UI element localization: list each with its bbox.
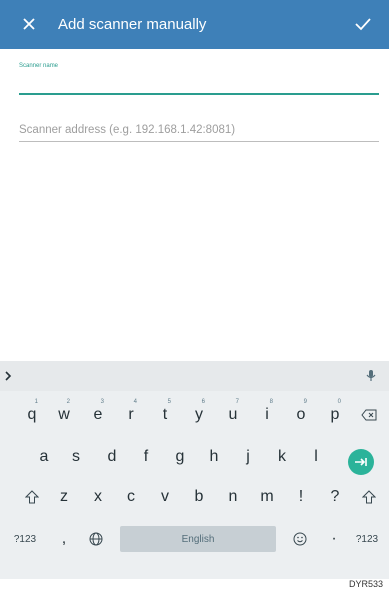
key-i[interactable]: i8 (255, 397, 279, 433)
key-symbols[interactable]: ?123 (10, 521, 40, 557)
key-b[interactable]: b (187, 479, 211, 515)
keyboard-row-3: z x c v b n m ! ? (0, 479, 389, 515)
suggestion-strip (0, 361, 389, 391)
emoji-icon[interactable] (288, 521, 312, 557)
keyboard-row-4: ?123 , English · ?123 (0, 521, 389, 557)
key-k[interactable]: k (270, 439, 294, 475)
key-j[interactable]: j (236, 439, 260, 475)
app-bar: Add scanner manually (0, 0, 389, 49)
key-comma[interactable]: , (52, 521, 76, 557)
keyboard-row-1: q1 w2 e3 r4 t5 y6 u7 i8 o9 p0 (0, 397, 389, 433)
keyboard-row-2: a s d f g h j k l (0, 439, 389, 475)
key-e[interactable]: e3 (86, 397, 110, 433)
chevron-right-icon[interactable] (4, 369, 16, 383)
key-symbols-right[interactable]: ?123 (352, 521, 382, 557)
key-p[interactable]: p0 (323, 397, 347, 433)
space-bar[interactable]: English (120, 526, 276, 552)
key-period[interactable]: · (322, 521, 346, 557)
key-z[interactable]: z (52, 479, 76, 515)
key-g[interactable]: g (168, 439, 192, 475)
key-y[interactable]: y6 (187, 397, 211, 433)
key-v[interactable]: v (153, 479, 177, 515)
key-exclamation[interactable]: ! (289, 479, 313, 515)
key-q[interactable]: q1 (20, 397, 44, 433)
key-w[interactable]: w2 (52, 397, 76, 433)
shift-icon-right[interactable] (357, 479, 381, 515)
page-title: Add scanner manually (58, 16, 207, 33)
key-s[interactable]: s (64, 439, 88, 475)
key-u[interactable]: u7 (221, 397, 245, 433)
key-d[interactable]: d (100, 439, 124, 475)
backspace-icon[interactable] (357, 397, 381, 433)
key-h[interactable]: h (202, 439, 226, 475)
scanner-name-input[interactable] (19, 93, 379, 95)
key-x[interactable]: x (86, 479, 110, 515)
figure-code: DYR533 (348, 579, 383, 589)
key-n[interactable]: n (221, 479, 245, 515)
scanner-address-underline (19, 141, 379, 142)
scanner-name-label: Scanner name (19, 63, 59, 69)
globe-icon[interactable] (84, 521, 108, 557)
key-r[interactable]: r4 (119, 397, 143, 433)
check-icon[interactable] (351, 12, 375, 36)
form: Scanner name Scanner address (e.g. 192.1… (0, 49, 389, 361)
key-t[interactable]: t5 (153, 397, 177, 433)
scanner-address-input[interactable]: Scanner address (e.g. 192.168.1.42:8081) (19, 124, 235, 136)
key-l[interactable]: l (304, 439, 328, 475)
key-c[interactable]: c (119, 479, 143, 515)
key-o[interactable]: o9 (289, 397, 313, 433)
next-arrow-icon[interactable] (348, 449, 374, 475)
key-question[interactable]: ? (323, 479, 347, 515)
close-icon[interactable] (17, 12, 41, 36)
key-m[interactable]: m (255, 479, 279, 515)
key-a[interactable]: a (32, 439, 56, 475)
key-f[interactable]: f (134, 439, 158, 475)
mic-icon[interactable] (365, 368, 377, 384)
keyboard: q1 w2 e3 r4 t5 y6 u7 i8 o9 p0 a s d f g … (0, 361, 389, 579)
shift-icon[interactable] (20, 479, 44, 515)
